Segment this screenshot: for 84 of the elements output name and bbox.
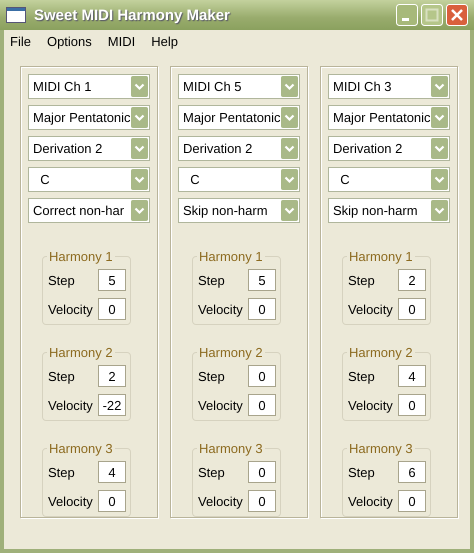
velocity-field[interactable]: 0 (248, 298, 276, 320)
step-field[interactable]: 2 (98, 365, 126, 387)
step-label: Step (198, 368, 225, 384)
dropdown[interactable]: MIDI Ch 3 (328, 74, 450, 99)
velocity-label: Velocity (348, 302, 393, 316)
velocity-label: Velocity (348, 398, 393, 412)
velocity-field[interactable]: 0 (98, 298, 126, 320)
dropdown[interactable]: Major Pentatonic (178, 105, 300, 130)
group-title: Harmony 2 (47, 345, 115, 360)
caret-icon (431, 107, 448, 128)
step-label: Step (198, 272, 225, 288)
dropdown[interactable]: Major Pentatonic (328, 105, 450, 130)
caret-icon (431, 169, 448, 190)
caret-icon (431, 76, 448, 97)
caret-icon (281, 138, 298, 159)
step-field[interactable]: 6 (398, 461, 426, 483)
velocity-field[interactable]: 0 (98, 490, 126, 512)
dropdown[interactable]: MIDI Ch 5 (178, 74, 300, 99)
step-label: Step (348, 368, 375, 384)
caret-icon (281, 107, 298, 128)
caret-icon (131, 107, 148, 128)
group-title: Harmony 2 (347, 345, 415, 360)
dropdown[interactable]: Major Pentatonic (28, 105, 150, 130)
caret-icon (131, 200, 148, 221)
dropdown[interactable]: C (28, 167, 150, 192)
step-label: Step (198, 464, 225, 480)
velocity-field[interactable]: 0 (248, 490, 276, 512)
velocity-label: Velocity (48, 398, 93, 412)
velocity-field[interactable]: -22 (98, 394, 126, 416)
step-field[interactable]: 4 (98, 461, 126, 483)
caret-icon (131, 76, 148, 97)
step-field[interactable]: 0 (248, 461, 276, 483)
step-label: Step (348, 272, 375, 288)
velocity-field[interactable]: 0 (398, 490, 426, 512)
velocity-label: Velocity (198, 302, 243, 316)
dropdown[interactable]: C (328, 167, 450, 192)
group-title: Harmony 2 (197, 345, 265, 360)
velocity-label: Velocity (48, 302, 93, 316)
menu-item[interactable]: MIDI (108, 34, 136, 48)
maximize-button[interactable] (421, 4, 443, 26)
group-title: Harmony 3 (347, 441, 415, 456)
dropdown[interactable]: Skip non-harm (178, 198, 300, 223)
caret-icon (431, 200, 448, 221)
step-field[interactable]: 2 (398, 269, 426, 291)
group-title: Harmony 1 (197, 249, 265, 264)
velocity-field[interactable]: 0 (398, 394, 426, 416)
dropdown[interactable]: Skip non-harm (328, 198, 450, 223)
menu-item[interactable]: Help (151, 34, 178, 48)
step-label: Step (48, 464, 75, 480)
group-title: Harmony 1 (347, 249, 415, 264)
dropdown[interactable]: Derivation 2 (28, 136, 150, 161)
caret-icon (281, 169, 298, 190)
group-title: Harmony 3 (47, 441, 115, 456)
dropdown[interactable]: Derivation 2 (328, 136, 450, 161)
dropdown[interactable]: MIDI Ch 1 (28, 74, 150, 99)
step-label: Step (48, 272, 75, 288)
dropdown[interactable]: Correct non-har (28, 198, 150, 223)
dropdown[interactable]: Derivation 2 (178, 136, 300, 161)
velocity-field[interactable]: 0 (398, 298, 426, 320)
caret-icon (281, 200, 298, 221)
caret-icon (281, 76, 298, 97)
minimize-button[interactable] (396, 4, 418, 26)
step-field[interactable]: 4 (398, 365, 426, 387)
caret-icon (431, 138, 448, 159)
window-title: Sweet MIDI Harmony Maker (34, 6, 231, 24)
velocity-label: Velocity (348, 494, 393, 508)
close-button[interactable] (446, 4, 468, 26)
step-label: Step (348, 464, 375, 480)
window-icon (6, 7, 26, 23)
step-label: Step (48, 368, 75, 384)
velocity-label: Velocity (198, 494, 243, 508)
caret-icon (131, 138, 148, 159)
menu-item[interactable]: File (10, 34, 31, 48)
velocity-label: Velocity (198, 398, 243, 412)
group-title: Harmony 1 (47, 249, 115, 264)
caret-icon (131, 169, 148, 190)
step-field[interactable]: 5 (98, 269, 126, 291)
velocity-label: Velocity (48, 494, 93, 508)
step-field[interactable]: 0 (248, 365, 276, 387)
dropdown[interactable]: C (178, 167, 300, 192)
menu-item[interactable]: Options (46, 34, 92, 48)
velocity-field[interactable]: 0 (248, 394, 276, 416)
group-title: Harmony 3 (197, 441, 265, 456)
step-field[interactable]: 5 (248, 269, 276, 291)
